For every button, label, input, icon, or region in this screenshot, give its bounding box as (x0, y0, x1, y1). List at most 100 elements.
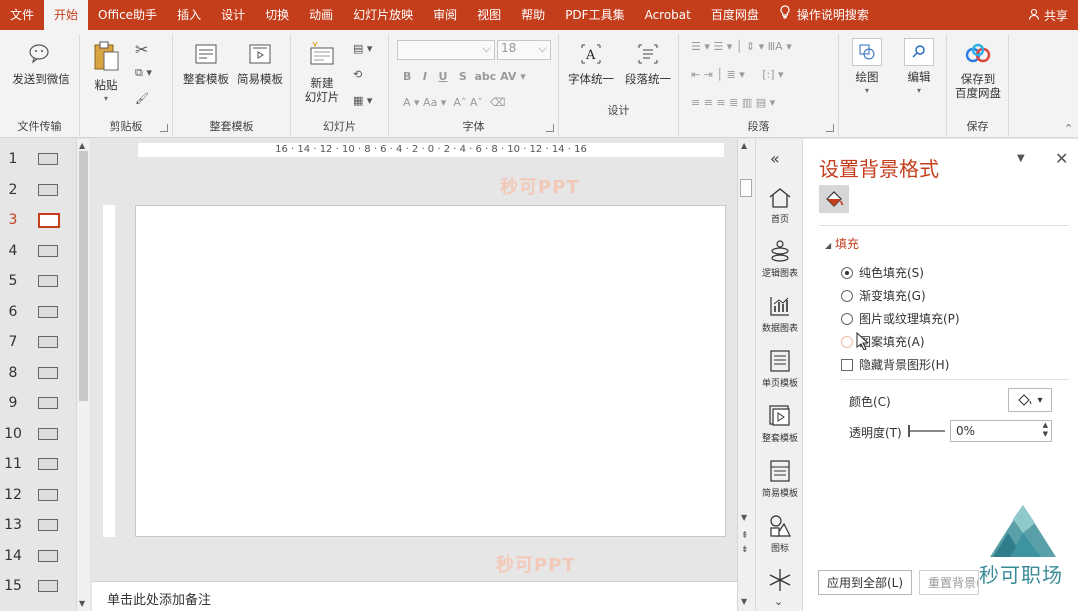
fill-bucket-tab[interactable] (819, 185, 849, 213)
tab-animations[interactable]: 动画 (299, 0, 343, 30)
radio-gradient-fill[interactable]: 渐变填充(G) (841, 287, 926, 304)
radio-pattern-fill-control[interactable] (841, 335, 853, 348)
slide-thumbnail[interactable] (38, 427, 58, 440)
whole-template-button[interactable]: 整套模板 (179, 40, 233, 86)
tab-view[interactable]: 视图 (467, 0, 511, 30)
slide-thumbnail[interactable] (38, 336, 58, 348)
editor-scrollbar[interactable]: ▲ ▼ ⇞ ⇟ ▼ (737, 139, 755, 611)
indent-icon[interactable]: ⇤ ⇥ │ ≣ ▾ [:] ▾ (691, 68, 784, 81)
simple-template-button[interactable]: 简易模板 (233, 40, 287, 86)
send-to-wechat-button[interactable]: 发送到微信 (8, 40, 74, 86)
radio-solid-fill-control[interactable] (841, 266, 853, 279)
font-size-select[interactable]: 18 ⌵ (497, 40, 551, 60)
tab-transitions[interactable]: 切换 (255, 0, 299, 30)
slide-thumbnail-row[interactable]: 3 (0, 208, 76, 232)
editor-scroll-thumb[interactable] (740, 179, 752, 197)
new-slide-button[interactable]: 新建 幻灯片 (297, 38, 347, 104)
transparency-input[interactable]: 0% ▲ ▼ (950, 420, 1052, 442)
slide-thumbnail-row[interactable]: 5 (0, 269, 76, 293)
share-button[interactable]: 共享 (1028, 7, 1078, 24)
close-icon[interactable]: ✕ (1055, 149, 1068, 168)
align-icon[interactable]: ≡ ≡ ≡ ≣ ▥ ▤ ▾ (691, 96, 775, 109)
thumbnail-scroll-thumb[interactable] (79, 151, 88, 401)
font-launcher[interactable] (546, 124, 554, 132)
save-to-netdisk-button[interactable]: 保存到 百度网盘 (949, 40, 1007, 100)
tab-home[interactable]: 开始 (44, 0, 89, 30)
editor-scroll-down[interactable]: ▼ (741, 513, 747, 522)
strip-item-data-chart[interactable]: 数据图表 (756, 294, 804, 334)
slide-thumbnail-row[interactable]: 15 (0, 574, 76, 598)
format-painter-icon[interactable]: 🖌 (135, 92, 149, 105)
collapse-strip-icon[interactable]: « (770, 149, 780, 168)
bullets-icon[interactable]: ☰ ▾ ☰ ▾ │ ⇕ ▾ ⅢA ▾ (691, 40, 792, 53)
paste-button[interactable]: 粘贴 ▾ (88, 38, 124, 106)
tab-file[interactable]: 文件 (0, 0, 44, 30)
scroll-down-arrow[interactable]: ▼ (79, 599, 85, 608)
paragraph-unify-button[interactable]: 段落统一 (621, 40, 675, 86)
paragraph-launcher[interactable] (826, 124, 834, 132)
strip-item-whole-template[interactable]: 整套模板 (756, 404, 804, 444)
slide-thumbnail[interactable] (38, 244, 58, 257)
radio-picture-fill[interactable]: 图片或纹理填充(P) (841, 310, 960, 327)
slide-thumbnail-row[interactable]: 2 (0, 178, 76, 202)
strip-item-simple-template[interactable]: 简易模板 (756, 459, 804, 499)
slide-thumbnail-row[interactable]: 8 (0, 361, 76, 385)
tab-design[interactable]: 设计 (211, 0, 255, 30)
next-slide-icon[interactable]: ⇟ (741, 545, 749, 555)
font-color-icon[interactable]: A ▾ Aa ▾ A˄ A˅ ⌫ (403, 96, 505, 109)
more-tools-icon[interactable] (768, 569, 792, 594)
radio-solid-fill[interactable]: 纯色填充(S) (841, 264, 924, 281)
tab-baidu-netdisk[interactable]: 百度网盘 (701, 0, 769, 30)
tell-me-search[interactable]: 操作说明搜索 (769, 0, 879, 30)
strip-item-single-template[interactable]: 单页模板 (756, 349, 804, 389)
strip-item-logic-chart[interactable]: 逻辑图表 (756, 239, 804, 279)
slide-thumbnail[interactable] (38, 153, 58, 165)
section-icon[interactable]: ▦ ▾ (353, 94, 372, 107)
bold-icon[interactable]: B I U S abc AV ▾ (403, 70, 526, 83)
strip-scroll-down-icon[interactable]: ⌄ (774, 595, 783, 608)
clipboard-launcher[interactable] (160, 124, 168, 132)
scroll-up-arrow[interactable]: ▲ (79, 141, 85, 150)
editing-button[interactable]: 编辑 ▾ (899, 38, 939, 98)
radio-pattern-fill[interactable]: 图案填充(A) (841, 333, 925, 350)
slide-thumbnail-row[interactable]: 14 (0, 544, 76, 568)
apply-to-all-button[interactable]: 应用到全部(L) (818, 570, 913, 595)
slide-thumbnail[interactable] (38, 488, 58, 501)
cut-icon[interactable]: ✂ (135, 40, 148, 59)
radio-gradient-fill-control[interactable] (841, 289, 853, 302)
slide-thumbnail-row[interactable]: 1 (0, 147, 76, 171)
slide-thumbnail[interactable] (38, 212, 60, 228)
tab-pdf-tools[interactable]: PDF工具集 (555, 0, 634, 30)
tab-slideshow[interactable]: 幻灯片放映 (343, 0, 423, 30)
spinner-arrows-icon[interactable]: ▲ ▼ (1043, 421, 1048, 439)
collapse-ribbon-icon[interactable]: ⌃ (1064, 122, 1073, 135)
slide-thumbnail[interactable] (38, 275, 58, 287)
slide-thumbnail[interactable] (38, 305, 58, 318)
transparency-slider[interactable] (908, 425, 945, 437)
checkbox-hide-graphics-control[interactable] (841, 358, 853, 371)
paste-dropdown-arrow[interactable]: ▾ (104, 92, 108, 106)
slide-thumbnail-row[interactable]: 7 (0, 330, 76, 354)
slide-thumbnail-row[interactable]: 13 (0, 513, 76, 537)
slide-thumbnail-row[interactable]: 11 (0, 452, 76, 476)
reset-icon[interactable]: ⟲ (353, 68, 362, 81)
slide-thumbnail[interactable] (38, 580, 58, 592)
fill-section-header[interactable]: ◢ 填充 (825, 235, 859, 252)
font-family-select[interactable]: ⌵ (397, 40, 495, 60)
tab-review[interactable]: 审阅 (423, 0, 467, 30)
color-picker-button[interactable]: ▾ (1008, 388, 1052, 412)
slide-canvas[interactable] (135, 205, 726, 537)
editor-scroll-up[interactable]: ▲ (741, 141, 747, 150)
drawing-button[interactable]: 绘图 ▾ (847, 38, 887, 98)
layout-icon[interactable]: ▤ ▾ (353, 42, 372, 55)
slide-thumbnail[interactable] (38, 549, 58, 562)
font-unify-button[interactable]: A 字体统一 (565, 40, 617, 86)
editor-scroll-end[interactable]: ▼ (741, 597, 747, 606)
slide-thumbnail-row[interactable]: 12 (0, 483, 76, 507)
pane-options-icon[interactable]: ▼ (1017, 153, 1025, 164)
transparency-slider-thumb[interactable] (908, 425, 910, 437)
previous-slide-icon[interactable]: ⇞ (741, 531, 749, 541)
strip-item-home[interactable]: 首页 (756, 187, 804, 225)
tab-office-assistant[interactable]: Office助手 (88, 0, 167, 30)
checkbox-hide-graphics[interactable]: 隐藏背景图形(H) (841, 356, 949, 373)
